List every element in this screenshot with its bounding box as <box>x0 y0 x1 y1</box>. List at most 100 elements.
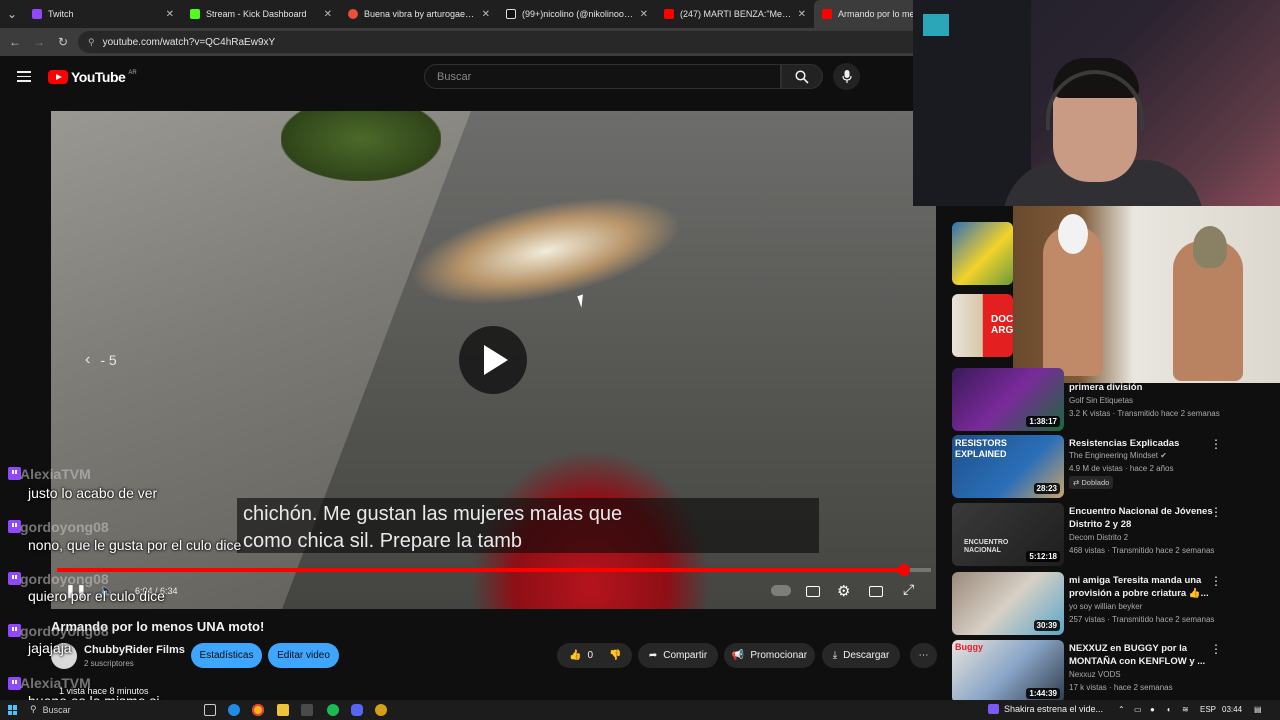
thumbnail-text: DOC ARG <box>991 314 1013 336</box>
more-actions-button[interactable]: ⋯ <box>910 643 937 668</box>
search-button[interactable] <box>781 64 823 89</box>
download-button[interactable]: ⤓ Descargar <box>822 643 900 668</box>
taskbar-search[interactable]: ⚲ Buscar <box>30 704 71 715</box>
streamer-webcam <box>913 0 1280 206</box>
search-input[interactable]: Buscar <box>424 64 781 89</box>
tab-title: Buena vibra by arturogaeldelec <box>364 9 476 19</box>
browser-tab[interactable]: Buena vibra by arturogaeldelec ✕ <box>340 0 498 28</box>
recommendation-channel: yo soy willian beyker <box>1069 602 1143 611</box>
youtube-logo[interactable]: YouTube AR <box>48 69 137 85</box>
browser-tab[interactable]: Twitch ✕ <box>24 0 182 28</box>
network-icon[interactable]: ▭ <box>1134 705 1142 714</box>
search-icon: ⚲ <box>30 704 37 714</box>
more-vertical-icon[interactable]: ⋮ <box>1210 642 1222 656</box>
menu-icon[interactable] <box>17 71 31 82</box>
windows-taskbar: ⚲ Buscar Shakira estrena el vide... ⌃ ▭ … <box>0 700 1280 720</box>
seek-back-hint: ‹ - 5 <box>85 351 117 369</box>
clock[interactable]: 03:44 <box>1222 705 1242 714</box>
miniplayer-icon[interactable] <box>869 586 883 597</box>
recommendation-thumbnail: RESISTORS EXPLAINED 28:23 <box>952 435 1064 498</box>
recommendation-item[interactable]: 30:39 mi amiga Teresita manda una provis… <box>952 572 1280 636</box>
chrome-icon[interactable] <box>252 704 264 716</box>
forward-icon[interactable]: → <box>30 33 48 51</box>
video-player[interactable]: ‹ - 5 chichón. Me gustan las mujeres mal… <box>51 111 936 609</box>
more-vertical-icon[interactable]: ⋮ <box>1210 574 1222 588</box>
close-icon[interactable]: ✕ <box>798 9 806 20</box>
recommendation-meta: 257 vistas · Transmitido hace 2 semanas <box>1069 615 1215 624</box>
store-icon[interactable] <box>301 704 313 716</box>
chevron-up-icon[interactable]: ⌃ <box>1118 705 1125 714</box>
back-icon[interactable]: ← <box>6 33 24 51</box>
duration-badge: 1:44:39 <box>1026 688 1060 699</box>
autoplay-toggle[interactable] <box>771 585 791 596</box>
reload-icon[interactable]: ↻ <box>54 33 72 51</box>
channel-name[interactable]: ChubbyRider Films <box>84 644 185 656</box>
app-icon[interactable] <box>375 704 387 716</box>
recommendation-title: mi amiga Teresita manda una provisión a … <box>1069 575 1209 599</box>
recommendation-thumbnail: 1:38:17 <box>952 368 1064 431</box>
recommendation-item[interactable]: RESISTORS EXPLAINED 28:23 Resistencias E… <box>952 435 1280 499</box>
edit-video-button[interactable]: Editar video <box>268 643 339 668</box>
settings-gear-icon[interactable]: ⚙ <box>837 582 850 600</box>
analytics-button[interactable]: Estadísticas <box>191 643 262 668</box>
spotify-icon[interactable] <box>327 704 339 716</box>
download-icon: ⤓ <box>832 650 838 661</box>
tab-title: Stream - Kick Dashboard <box>206 9 307 19</box>
share-button[interactable]: ➦ Compartir <box>638 643 718 668</box>
close-icon[interactable]: ✕ <box>324 9 332 20</box>
recommendation-item[interactable]: ENCUENTRO NACIONAL 5:12:18 Encuentro Nac… <box>952 503 1280 567</box>
scrubber-handle[interactable] <box>897 564 910 576</box>
task-view-icon[interactable] <box>204 704 216 716</box>
progress-bar[interactable] <box>57 564 931 576</box>
twitch-favicon-icon <box>32 9 42 19</box>
recommendation-item[interactable]: 1:38:17 primera división Golf Sin Etique… <box>952 368 1280 432</box>
promote-button[interactable]: 📢 Promocionar <box>724 643 815 668</box>
play-icon <box>484 345 508 375</box>
browser-tab[interactable]: (247) MARTI BENZA:"Me quede ✕ <box>656 0 814 28</box>
address-bar[interactable]: ⚲ youtube.com/watch?v=QC4hRaEw9xY <box>78 31 938 53</box>
voice-search-button[interactable] <box>833 63 860 90</box>
share-icon: ➦ <box>648 650 658 661</box>
subscriber-count: 2 suscriptores <box>84 659 134 668</box>
microphone-tray-icon[interactable]: ● <box>1150 705 1155 714</box>
close-icon[interactable]: ✕ <box>166 9 174 20</box>
edge-icon[interactable] <box>228 704 240 716</box>
news-widget[interactable]: Shakira estrena el vide... <box>988 704 1103 714</box>
more-vertical-icon[interactable]: ⋮ <box>1210 505 1222 519</box>
recommendation-item[interactable]: Buggy 1:44:39 NEXXUZ en BUGGY por la MON… <box>952 640 1280 704</box>
caption-line: chichón. Me gustan las mujeres malas que <box>243 503 623 525</box>
fullscreen-icon[interactable]: ⤢ <box>903 581 914 598</box>
language-indicator[interactable]: ESP <box>1200 705 1216 714</box>
progress-played <box>57 568 904 572</box>
chat-username: gordoyong08 <box>20 519 109 535</box>
tab-title: (247) MARTI BENZA:"Me quede <box>680 9 792 19</box>
close-icon[interactable]: ✕ <box>640 9 648 20</box>
subtitles-icon[interactable] <box>806 586 820 597</box>
microphone-icon <box>841 69 852 83</box>
site-info-icon[interactable]: ⚲ <box>88 37 95 48</box>
browser-tab[interactable]: (99+)nicolino (@nikolinoo) | Ti ✕ <box>498 0 656 28</box>
wifi-icon[interactable]: ≋ <box>1182 705 1189 714</box>
captions-window: chichón. Me gustan las mujeres malas que… <box>237 498 819 553</box>
thumbs-up-icon[interactable]: 👍 <box>569 650 581 661</box>
discord-icon[interactable] <box>351 704 363 716</box>
windows-start-icon[interactable] <box>8 705 18 715</box>
more-vertical-icon[interactable]: ⋮ <box>1210 437 1222 451</box>
recommendation-thumbnail[interactable]: DOC ARG <box>952 294 1013 357</box>
recommendation-thumbnail-large[interactable] <box>1013 206 1280 383</box>
chat-username: gordoyong08 <box>20 571 109 587</box>
tab-search-button[interactable]: ⌄ <box>0 0 24 28</box>
close-icon[interactable]: ✕ <box>482 9 490 20</box>
notification-icon[interactable]: ▤ <box>1254 705 1262 714</box>
recommendation-thumbnail[interactable] <box>952 222 1013 285</box>
news-headline: Shakira estrena el vide... <box>1004 704 1104 714</box>
recommendation-meta: 3.2 K vistas · Transmitido hace 2 semana… <box>1069 409 1220 418</box>
volume-tray-icon[interactable]: ◖ <box>1166 705 1171 714</box>
thumbs-down-icon[interactable]: 👎 <box>609 650 621 661</box>
screen: ⌄ Twitch ✕ Stream - Kick Dashboard ✕ Bue… <box>0 0 1280 720</box>
large-play-button[interactable] <box>459 326 527 394</box>
verified-icon: ✔ <box>1160 451 1167 460</box>
file-explorer-icon[interactable] <box>277 704 289 716</box>
browser-tab[interactable]: Stream - Kick Dashboard ✕ <box>182 0 340 28</box>
chat-message: justo lo acabo de ver <box>28 485 158 501</box>
